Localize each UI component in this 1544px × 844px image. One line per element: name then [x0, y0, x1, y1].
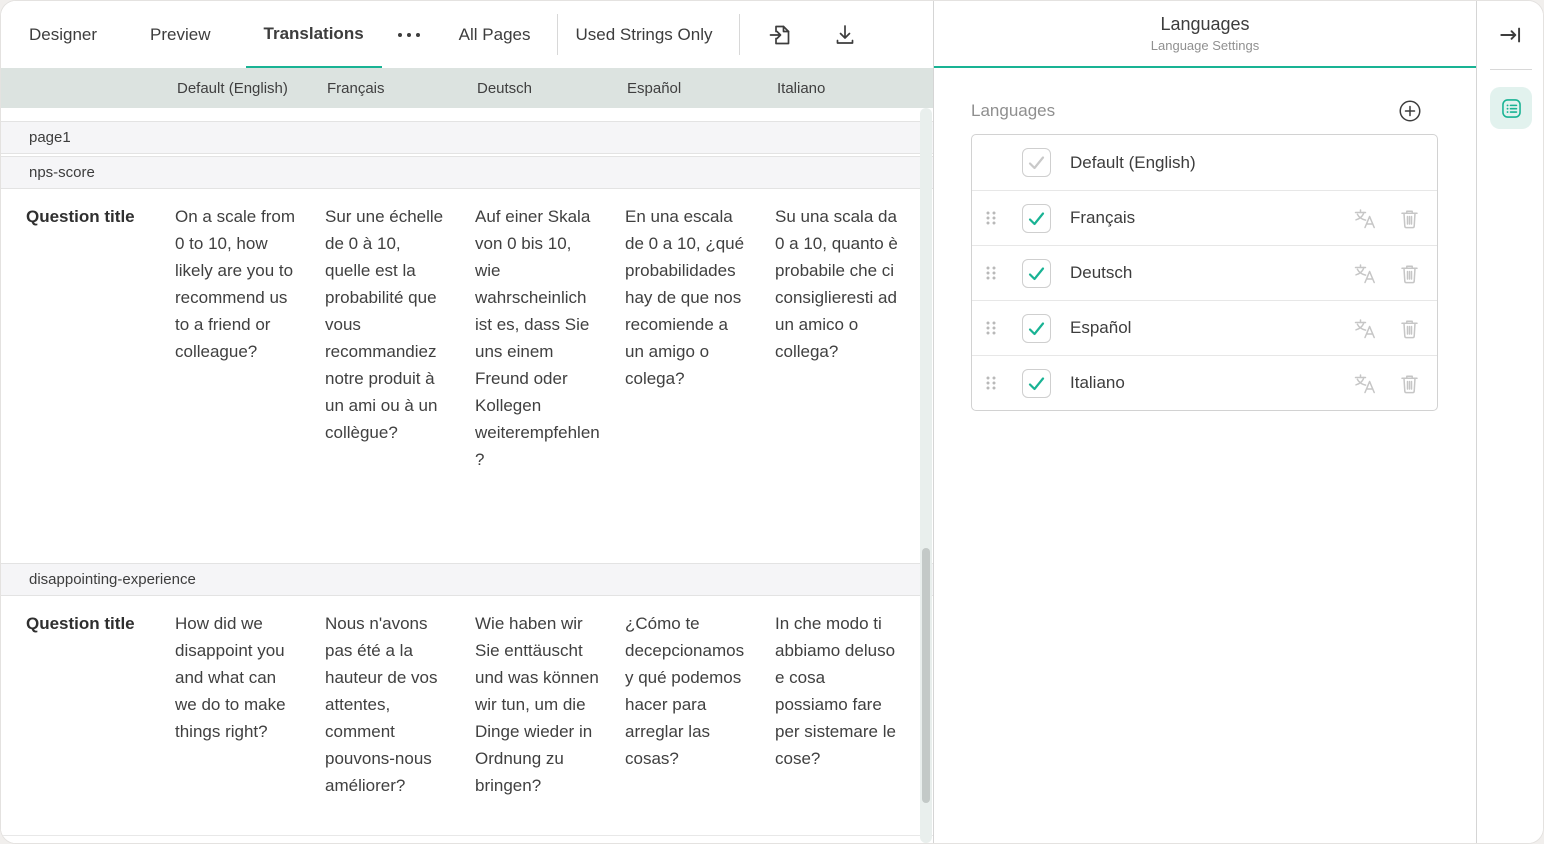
header-italiano: Italiano: [766, 80, 933, 97]
tab-designer[interactable]: Designer: [11, 1, 115, 68]
translation-cell-italiano[interactable]: In che modo ti abbiamo deluso e cosa pos…: [766, 596, 933, 786]
auto-translate-icon[interactable]: [1353, 317, 1376, 340]
language-checkbox-default: [1022, 148, 1051, 177]
header-default-english: Default (English): [166, 80, 316, 97]
language-label: Default (English): [1070, 153, 1421, 173]
ellipsis-icon: [398, 33, 402, 37]
language-label: Français: [1070, 208, 1353, 228]
translation-row: Question title On a scale from 0 to 10, …: [1, 189, 933, 563]
toolbar-divider: [739, 14, 740, 55]
drag-handle-icon[interactable]: [985, 265, 999, 281]
language-checkbox[interactable]: [1022, 259, 1051, 288]
language-row-espanol: Español: [972, 300, 1437, 355]
checkmark-icon: [1023, 149, 1050, 176]
drag-handle-icon[interactable]: [985, 320, 999, 336]
row-label: Question title: [1, 596, 166, 651]
language-checkbox[interactable]: [1022, 204, 1051, 233]
import-csv-button[interactable]: [758, 13, 802, 57]
translations-table: Default (English) Français Deutsch Españ…: [1, 68, 933, 843]
table-gap: [1, 108, 933, 121]
header-francais: Français: [316, 80, 466, 97]
language-row-italiano: Italiano: [972, 355, 1437, 410]
tab-bar: Designer Preview Translations All Pages …: [1, 1, 933, 68]
language-row-default: Default (English): [972, 135, 1437, 190]
import-document-icon: [767, 22, 793, 48]
group-row-disappointing-experience: disappointing-experience: [1, 563, 933, 596]
language-settings-grid-icon: [1499, 96, 1524, 121]
tab-preview[interactable]: Preview: [132, 1, 228, 68]
translation-row: Question title How did we disappoint you…: [1, 596, 933, 836]
trash-icon[interactable]: [1398, 262, 1421, 285]
plus-circle-icon: [1397, 98, 1423, 124]
panel-subtitle: Language Settings: [1151, 38, 1259, 53]
export-csv-button[interactable]: [823, 13, 867, 57]
translation-cell-francais[interactable]: Sur une échelle de 0 à 10, quelle est la…: [316, 189, 466, 460]
ellipsis-icon: [407, 33, 411, 37]
panel-header: Languages Language Settings: [934, 1, 1476, 68]
translation-cell-francais[interactable]: Nous n'avons pas été a la hauteur de vos…: [316, 596, 466, 813]
rail-divider: [1490, 69, 1532, 70]
collapse-panel-button[interactable]: [1497, 21, 1525, 49]
row-label: Question title: [1, 189, 166, 244]
checkmark-icon: [1023, 260, 1050, 287]
translations-main: Designer Preview Translations All Pages …: [1, 1, 934, 843]
side-toolbar: [1476, 1, 1544, 843]
trash-icon[interactable]: [1398, 317, 1421, 340]
translation-cell-default[interactable]: How did we disappoint you and what can w…: [166, 596, 316, 759]
translation-cell-italiano[interactable]: Su una scala da 0 a 10, quanto è probabi…: [766, 189, 933, 379]
translation-cell-espanol[interactable]: En una escala de 0 a 10, ¿qué probabilid…: [616, 189, 766, 406]
header-espanol: Español: [616, 80, 766, 97]
language-checkbox[interactable]: [1022, 314, 1051, 343]
languages-section-title: Languages: [971, 101, 1055, 121]
translation-cell-deutsch[interactable]: Auf einer Skala von 0 bis 10, wie wahrsc…: [466, 189, 616, 487]
language-checkbox[interactable]: [1022, 369, 1051, 398]
group-row-page1: page1: [1, 121, 933, 154]
scrollbar-thumb[interactable]: [922, 548, 930, 803]
ellipsis-icon: [416, 33, 420, 37]
more-tabs-button[interactable]: [390, 21, 428, 49]
auto-translate-icon[interactable]: [1353, 207, 1376, 230]
trash-icon[interactable]: [1398, 207, 1421, 230]
collapse-panel-icon: [1497, 21, 1525, 49]
auto-translate-icon[interactable]: [1353, 262, 1376, 285]
translation-cell-espanol[interactable]: ¿Cómo te decepcionamos y qué podemos hac…: [616, 596, 766, 786]
languages-section-header: Languages: [971, 96, 1438, 126]
drag-handle-icon[interactable]: [985, 375, 999, 391]
download-icon: [832, 22, 858, 48]
checkmark-icon: [1023, 315, 1050, 342]
language-row-deutsch: Deutsch: [972, 245, 1437, 300]
checkmark-icon: [1023, 370, 1050, 397]
languages-panel: Languages Language Settings Languages: [934, 1, 1476, 843]
add-language-button[interactable]: [1397, 98, 1423, 124]
language-list: Default (English) Français: [971, 134, 1438, 411]
header-deutsch: Deutsch: [466, 80, 616, 97]
strings-filter-dropdown[interactable]: Used Strings Only: [558, 1, 729, 68]
group-row-nps-score: nps-score: [1, 156, 933, 189]
translation-cell-deutsch[interactable]: Wie haben wir Sie enttäuscht und was kön…: [466, 596, 616, 813]
trash-icon[interactable]: [1398, 372, 1421, 395]
language-label: Italiano: [1070, 373, 1353, 393]
drag-handle-icon[interactable]: [985, 210, 999, 226]
language-label: Deutsch: [1070, 263, 1353, 283]
auto-translate-icon[interactable]: [1353, 372, 1376, 395]
survey-creator-window: Designer Preview Translations All Pages …: [0, 0, 1544, 844]
table-scrollbar[interactable]: [920, 108, 932, 843]
tab-translations[interactable]: Translations: [246, 1, 382, 68]
pages-filter-dropdown[interactable]: All Pages: [442, 1, 548, 68]
panel-title: Languages: [1160, 14, 1249, 35]
language-row-francais: Français: [972, 190, 1437, 245]
language-label: Español: [1070, 318, 1353, 338]
language-settings-tool-button[interactable]: [1490, 87, 1532, 129]
translation-cell-default[interactable]: On a scale from 0 to 10, how likely are …: [166, 189, 316, 379]
table-header-row: Default (English) Français Deutsch Españ…: [1, 68, 933, 108]
checkmark-icon: [1023, 205, 1050, 232]
